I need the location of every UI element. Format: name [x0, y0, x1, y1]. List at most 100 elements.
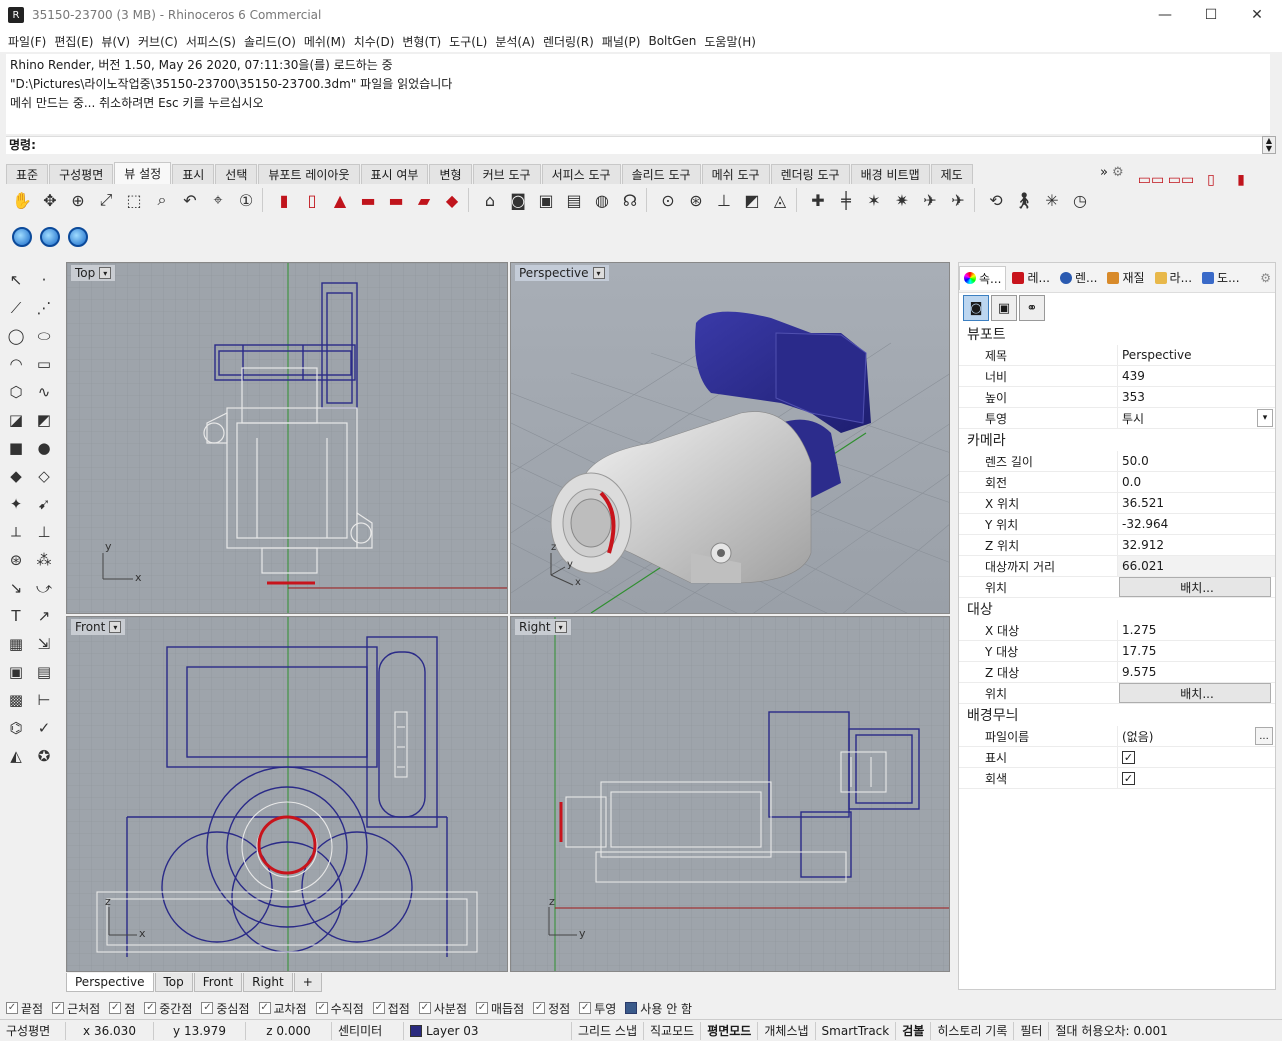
viewport-menu-chevron-down-icon[interactable]: ▾	[592, 267, 605, 279]
cplane-world-icon[interactable]: ✚	[804, 186, 832, 214]
split-icon[interactable]: ⟂	[2, 518, 30, 546]
osnap-checkbox[interactable]: ✓	[475, 1002, 488, 1014]
toolbar-tab[interactable]: 표시 여부	[360, 164, 429, 184]
property-value[interactable]: 17.75	[1117, 641, 1275, 661]
render-sphere-icon[interactable]	[8, 224, 36, 250]
perspective-match-icon[interactable]: ✳	[1038, 186, 1066, 214]
planar-surface-icon[interactable]: ◆	[2, 462, 30, 490]
toolbar-tab[interactable]: 뷰포트 레이아웃	[258, 164, 360, 184]
osnap-8[interactable]: ✓ 사분점	[418, 1000, 467, 1017]
box-icon[interactable]: ■	[2, 434, 30, 462]
zoom-window-icon[interactable]: ⬚	[120, 186, 148, 214]
menu-item[interactable]: 메쉬(M)	[300, 33, 350, 50]
toolbar-tab[interactable]: 구성평면	[49, 164, 114, 184]
property-value[interactable]: 439	[1117, 366, 1275, 386]
render-sphere-icon[interactable]	[36, 224, 64, 250]
walkabout-icon[interactable]: 🚶︎	[1010, 186, 1038, 214]
zoom-selected-icon[interactable]: ⌕	[148, 186, 176, 214]
property-value[interactable]: 50.0	[1117, 451, 1275, 471]
property-value[interactable]: Perspective	[1117, 345, 1275, 365]
menu-item[interactable]: 서피스(S)	[182, 33, 240, 50]
gumball-toggle[interactable]: 검볼	[896, 1021, 932, 1040]
cplane-star-icon[interactable]: ✶	[860, 186, 888, 214]
cplane-plane2-icon[interactable]: ✈	[944, 186, 972, 214]
tab-top[interactable]: Top	[154, 973, 193, 992]
render-box-icon[interactable]: ▣	[2, 658, 30, 686]
ortho-toggle[interactable]: 직교모드	[644, 1021, 702, 1040]
property-value[interactable]: (없음)...	[1117, 726, 1275, 746]
viewport-menu-chevron-down-icon[interactable]: ▾	[99, 267, 112, 279]
viewport-menu-chevron-down-icon[interactable]: ▾	[109, 621, 122, 633]
property-value[interactable]: -32.964	[1117, 514, 1275, 534]
viewport-label-perspective[interactable]: Perspective ▾	[515, 265, 609, 281]
layer-status[interactable]: Layer 03	[404, 1021, 572, 1040]
tab-help[interactable]: 도...	[1198, 266, 1243, 290]
surface-extrude-icon[interactable]: ◩	[30, 406, 58, 434]
viewport-camera-icon[interactable]: ◙	[963, 295, 989, 321]
toolbar-tab[interactable]: 표시	[172, 164, 215, 184]
cplane-object-icon[interactable]: ◩	[738, 186, 766, 214]
toolbar-tab[interactable]: 뷰 설정	[114, 162, 172, 184]
toolbar-tab[interactable]: 렌더링 도구	[770, 164, 850, 184]
layout-3view-icon[interactable]: ▭▭	[1166, 168, 1196, 192]
spotlight-icon[interactable]: ☊	[616, 186, 644, 214]
osnap-checkbox[interactable]: ✓	[144, 1002, 157, 1014]
cplane-world-top-icon[interactable]: ╪	[832, 186, 860, 214]
osnap-1[interactable]: ✓ 근처점	[52, 1000, 100, 1017]
cplane-origin-icon[interactable]: ⊙	[654, 186, 682, 214]
hatch-icon[interactable]: ▤	[30, 658, 58, 686]
property-value[interactable]: 9.575	[1117, 662, 1275, 682]
tab-perspective[interactable]: Perspective	[66, 973, 154, 992]
menu-item[interactable]: 도구(L)	[445, 33, 491, 50]
rotate-camera-icon[interactable]: ⟲	[982, 186, 1010, 214]
tab-front[interactable]: Front	[193, 973, 243, 992]
array-icon[interactable]: ▦	[2, 630, 30, 658]
osnap-5[interactable]: ✓ 교차점	[258, 1000, 307, 1017]
osnap-checkbox[interactable]: ✓	[201, 1002, 214, 1014]
osnap-10[interactable]: ✓ 정점	[533, 1000, 570, 1017]
osnap-6[interactable]: ✓ 수직점	[315, 1000, 364, 1017]
surface-corner-icon[interactable]: ◪	[2, 406, 30, 434]
viewport-menu-chevron-down-icon[interactable]: ▾	[554, 621, 567, 633]
save-view-icon[interactable]: ▣	[532, 186, 560, 214]
browse-button[interactable]: ...	[1255, 727, 1273, 745]
car-side-icon[interactable]: ▬	[382, 186, 410, 214]
clock-icon[interactable]: ◷	[1066, 186, 1094, 214]
viewport-top[interactable]: y x Top ▾	[66, 262, 508, 614]
property-value[interactable]: 1.275	[1117, 620, 1275, 640]
menu-item[interactable]: 치수(D)	[350, 33, 399, 50]
menu-item[interactable]: 솔리드(O)	[240, 33, 300, 50]
arrow-yellow-icon[interactable]: ➹	[30, 490, 58, 518]
camera-icon[interactable]: ◙	[504, 186, 532, 214]
polyline-icon[interactable]: ⟋	[2, 294, 30, 322]
sphere-icon[interactable]: ●	[30, 434, 58, 462]
layout-4view-icon[interactable]: ▭▭	[1136, 168, 1166, 192]
zoom-extents-icon[interactable]: ⤢	[92, 186, 120, 214]
osnap-checkbox[interactable]: ✓	[109, 1002, 122, 1014]
cplane-elevation-icon[interactable]: ⊥	[710, 186, 738, 214]
osnap-checkbox[interactable]	[625, 1002, 638, 1014]
cplane-star2-icon[interactable]: ✷	[888, 186, 916, 214]
layout-2view-icon[interactable]: ▯	[1196, 168, 1226, 192]
toolbar-tab[interactable]: 배경 비트맵	[850, 164, 930, 184]
grid-array-icon[interactable]: ▩	[2, 686, 30, 714]
ellipse-icon[interactable]: ⬭	[30, 322, 58, 350]
light-bulb-icon[interactable]: ✪	[30, 742, 58, 770]
osnap-7[interactable]: ✓ 접점	[372, 1000, 410, 1017]
toolbar-tab[interactable]: 서피스 도구	[541, 164, 621, 184]
osnap-checkbox[interactable]: ✓	[52, 1002, 65, 1014]
tab-materials[interactable]: 재질	[1103, 266, 1148, 290]
analyze-icon[interactable]: ⌬	[2, 714, 30, 742]
checkbox[interactable]: ✓	[1122, 771, 1135, 785]
light-icon[interactable]: ◍	[588, 186, 616, 214]
car-iso-icon[interactable]: ◆	[438, 186, 466, 214]
osnap-3[interactable]: ✓ 중간점	[144, 1000, 192, 1017]
tab-properties[interactable]: 속...	[959, 265, 1007, 290]
menu-item[interactable]: 변형(T)	[398, 33, 445, 50]
toolbar-tab[interactable]: 메쉬 도구	[701, 164, 770, 184]
toolbar-settings-gear-icon[interactable]: ⚙	[1112, 165, 1124, 180]
car-back-icon[interactable]: ▰	[410, 186, 438, 214]
menu-item[interactable]: 커브(C)	[134, 33, 182, 50]
menu-item[interactable]: 분석(A)	[491, 33, 539, 50]
boolean-union-icon[interactable]: ⊛	[2, 546, 30, 574]
